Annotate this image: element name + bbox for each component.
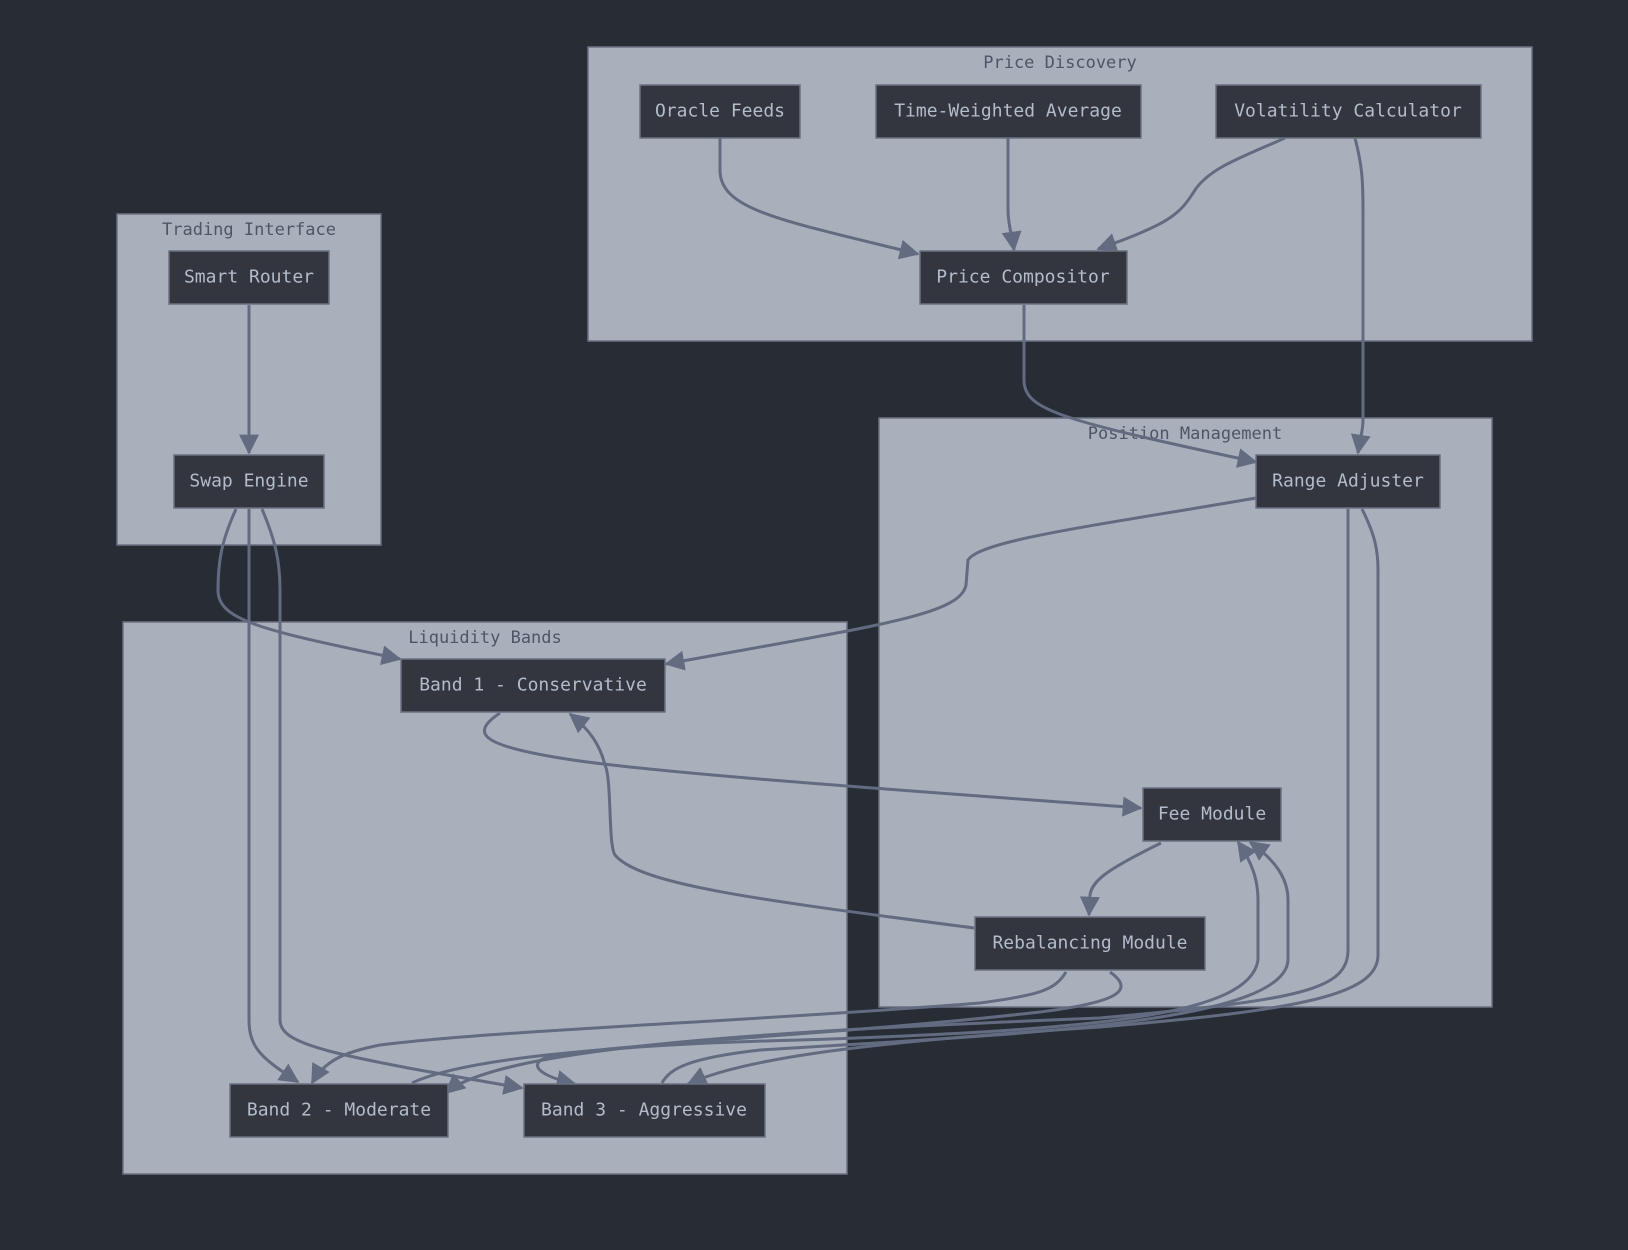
node-smart-router[interactable]: Smart Router: [168, 250, 330, 305]
node-label: Band 3 - Aggressive: [541, 1100, 747, 1121]
node-range-adjuster[interactable]: Range Adjuster: [1255, 454, 1441, 509]
node-price-compositor[interactable]: Price Compositor: [919, 250, 1128, 305]
node-label: Time-Weighted Average: [894, 101, 1122, 122]
node-label: Oracle Feeds: [655, 101, 785, 122]
node-band-2-moderate[interactable]: Band 2 - Moderate: [229, 1083, 449, 1138]
node-rebalancing-module[interactable]: Rebalancing Module: [974, 916, 1206, 971]
node-label: Volatility Calculator: [1234, 101, 1462, 122]
node-time-weighted-average[interactable]: Time-Weighted Average: [875, 84, 1142, 139]
node-label: Rebalancing Module: [992, 933, 1187, 954]
node-label: Band 2 - Moderate: [247, 1100, 431, 1121]
node-volatility-calculator[interactable]: Volatility Calculator: [1215, 84, 1482, 139]
node-band-1-conservative[interactable]: Band 1 - Conservative: [400, 658, 666, 713]
node-label: Swap Engine: [189, 471, 308, 492]
node-swap-engine[interactable]: Swap Engine: [173, 454, 325, 509]
node-fee-module[interactable]: Fee Module: [1142, 787, 1282, 842]
node-label: Fee Module: [1158, 804, 1266, 825]
node-label: Band 1 - Conservative: [419, 675, 647, 696]
node-oracle-feeds[interactable]: Oracle Feeds: [639, 84, 801, 139]
cluster-label: Liquidity Bands: [408, 628, 562, 648]
flowchart-diagram: Price Discovery Trading Interface Positi…: [116, 46, 1533, 1175]
node-band-3-aggressive[interactable]: Band 3 - Aggressive: [523, 1083, 766, 1138]
cluster-label: Price Discovery: [983, 53, 1137, 73]
cluster-label: Position Management: [1088, 424, 1282, 444]
node-label: Price Compositor: [936, 267, 1110, 288]
node-label: Smart Router: [184, 267, 314, 288]
cluster-label: Trading Interface: [162, 220, 336, 240]
node-label: Range Adjuster: [1272, 471, 1424, 492]
